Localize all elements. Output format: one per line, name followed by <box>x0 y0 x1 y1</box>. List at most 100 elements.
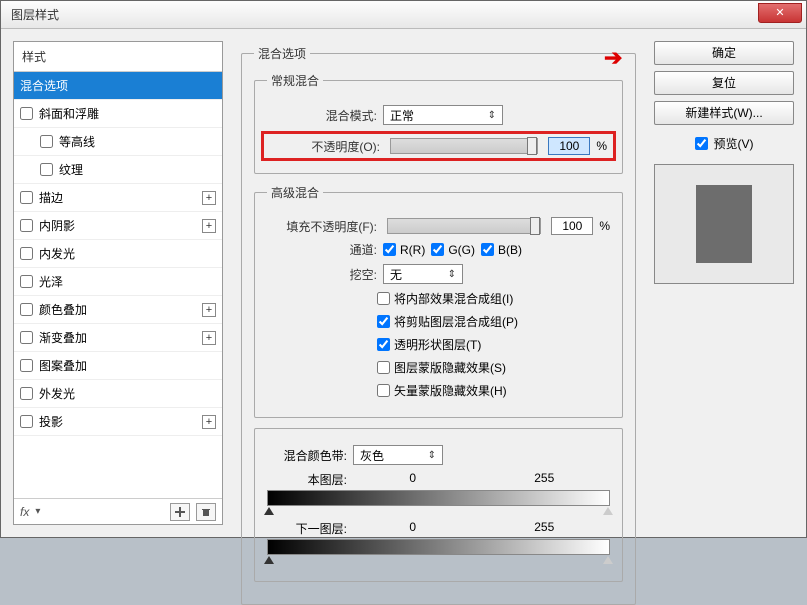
delete-style-button[interactable] <box>196 503 216 521</box>
style-checkbox[interactable] <box>20 275 33 288</box>
add-style-button[interactable] <box>170 503 190 521</box>
titlebar[interactable]: 图层样式 ✕ <box>1 1 806 29</box>
opacity-label: 不透明度(O): <box>270 138 380 155</box>
close-button[interactable]: ✕ <box>758 3 802 23</box>
style-label: 投影 <box>39 413 63 430</box>
opacity-unit: % <box>596 139 607 153</box>
under-layer-high: 255 <box>479 520 611 537</box>
fill-opacity-input[interactable]: 100 <box>551 217 593 235</box>
blendif-value: 灰色 <box>360 447 384 464</box>
style-row[interactable]: 图案叠加 <box>14 352 222 380</box>
opt-vmask-hide[interactable]: 矢量蒙版隐藏效果(H) <box>377 382 507 399</box>
style-label: 等高线 <box>59 133 95 150</box>
opacity-highlight: 不透明度(O): 100 % <box>261 131 616 161</box>
window-title: 图层样式 <box>11 6 59 23</box>
ok-button[interactable]: 确定 <box>654 41 794 65</box>
add-effect-button[interactable]: + <box>202 331 216 345</box>
style-checkbox[interactable] <box>20 387 33 400</box>
style-row[interactable]: 光泽 <box>14 268 222 296</box>
knockout-select[interactable]: 无 ⇕ <box>383 264 463 284</box>
style-checkbox[interactable] <box>40 163 53 176</box>
under-white-slider[interactable] <box>603 556 613 564</box>
fx-icon[interactable]: fx <box>20 505 29 519</box>
style-row[interactable]: 渐变叠加+ <box>14 324 222 352</box>
under-black-slider[interactable] <box>264 556 274 564</box>
fill-opacity-slider[interactable] <box>387 218 541 234</box>
opt-vmask-hide-checkbox[interactable] <box>377 384 390 397</box>
channel-b-checkbox[interactable] <box>481 243 494 256</box>
channel-g-checkbox[interactable] <box>431 243 444 256</box>
style-checkbox[interactable] <box>20 359 33 372</box>
style-row[interactable]: 等高线 <box>14 128 222 156</box>
style-row[interactable]: 描边+ <box>14 184 222 212</box>
add-effect-button[interactable]: + <box>202 303 216 317</box>
preview-checkbox[interactable] <box>695 137 708 150</box>
general-blend-group: 常规混合 混合模式: 正常 ⇕ 不透明度(O): 100 % <box>254 72 623 174</box>
this-black-slider[interactable] <box>264 507 274 515</box>
advanced-blend-group: 高级混合 填充不透明度(F): 100 % 通道: R(R) G(G) B(B) <box>254 184 623 418</box>
style-checkbox[interactable] <box>40 135 53 148</box>
style-checkbox[interactable] <box>20 191 33 204</box>
knockout-value: 无 <box>390 266 402 283</box>
style-checkbox[interactable] <box>20 219 33 232</box>
channel-g[interactable]: G(G) <box>431 243 475 257</box>
style-row[interactable]: 颜色叠加+ <box>14 296 222 324</box>
channel-r-checkbox[interactable] <box>383 243 396 256</box>
opt-trans-shape[interactable]: 透明形状图层(T) <box>377 336 481 353</box>
style-row[interactable]: 纹理 <box>14 156 222 184</box>
general-blend-legend: 常规混合 <box>267 72 323 89</box>
blend-mode-select[interactable]: 正常 ⇕ <box>383 105 503 125</box>
preview-label: 预览(V) <box>714 135 754 152</box>
style-checkbox[interactable] <box>20 331 33 344</box>
style-label: 外发光 <box>39 385 75 402</box>
styles-header: 样式 <box>14 42 222 72</box>
style-row[interactable]: 内阴影 + <box>14 212 222 240</box>
add-effect-button[interactable]: + <box>202 415 216 429</box>
add-effect-button[interactable]: + <box>202 191 216 205</box>
style-checkbox[interactable] <box>20 107 33 120</box>
blend-options-group: 混合选项 常规混合 混合模式: 正常 ⇕ 不透明度(O): 100 <box>241 45 636 605</box>
style-label: 斜面和浮雕 <box>39 105 99 122</box>
under-layer-gradient[interactable] <box>267 539 610 555</box>
styles-list: 混合选项斜面和浮雕等高线纹理描边+ 内阴影 + 内发光光泽颜色叠加+渐变叠加+ 图案叠加… <box>14 72 222 498</box>
opt-mask-hide[interactable]: 图层蒙版隐藏效果(S) <box>377 359 506 376</box>
this-layer-low: 0 <box>347 471 479 488</box>
opacity-slider[interactable] <box>390 138 538 154</box>
style-row[interactable]: 斜面和浮雕 <box>14 100 222 128</box>
blend-mode-label: 混合模式: <box>267 107 377 124</box>
this-layer-gradient[interactable] <box>267 490 610 506</box>
add-effect-button[interactable]: + <box>202 219 216 233</box>
footer-dropdown-icon[interactable]: ▾ <box>35 506 40 517</box>
opacity-input[interactable]: 100 <box>548 137 590 155</box>
preview-toggle[interactable]: 预览(V) <box>654 135 794 152</box>
under-layer-low: 0 <box>347 520 479 537</box>
style-row[interactable]: 外发光 <box>14 380 222 408</box>
this-layer-label: 本图层: <box>267 471 347 488</box>
style-label: 内阴影 <box>39 217 75 234</box>
blendif-select[interactable]: 灰色 ⇕ <box>353 445 443 465</box>
right-panel: ➔ 确定 复位 新建样式(W)... 预览(V) <box>654 41 794 525</box>
style-label: 内发光 <box>39 245 75 262</box>
style-label: 纹理 <box>59 161 83 178</box>
opt-mask-hide-checkbox[interactable] <box>377 361 390 374</box>
red-arrow-icon: ➔ <box>604 45 622 71</box>
opt-clip-group-checkbox[interactable] <box>377 315 390 328</box>
opt-trans-shape-checkbox[interactable] <box>377 338 390 351</box>
this-white-slider[interactable] <box>603 507 613 515</box>
layer-style-dialog: 图层样式 ✕ 样式 混合选项斜面和浮雕等高线纹理描边+ 内阴影 + 内发光光泽颜色叠加… <box>0 0 807 538</box>
style-checkbox[interactable] <box>20 415 33 428</box>
style-row[interactable]: 混合选项 <box>14 72 222 100</box>
style-checkbox[interactable] <box>20 247 33 260</box>
opt-inner-group-checkbox[interactable] <box>377 292 390 305</box>
style-row[interactable]: 内发光 <box>14 240 222 268</box>
style-row[interactable]: 投影 + <box>14 408 222 436</box>
new-style-button[interactable]: 新建样式(W)... <box>654 101 794 125</box>
channel-b[interactable]: B(B) <box>481 243 522 257</box>
style-checkbox[interactable] <box>20 303 33 316</box>
channel-r[interactable]: R(R) <box>383 243 425 257</box>
blendif-group: 混合颜色带: 灰色 ⇕ 本图层: 0 255 <box>254 428 623 582</box>
opt-inner-group[interactable]: 将内部效果混合成组(I) <box>377 290 513 307</box>
cancel-button[interactable]: 复位 <box>654 71 794 95</box>
style-label: 图案叠加 <box>39 357 87 374</box>
opt-clip-group[interactable]: 将剪贴图层混合成组(P) <box>377 313 518 330</box>
